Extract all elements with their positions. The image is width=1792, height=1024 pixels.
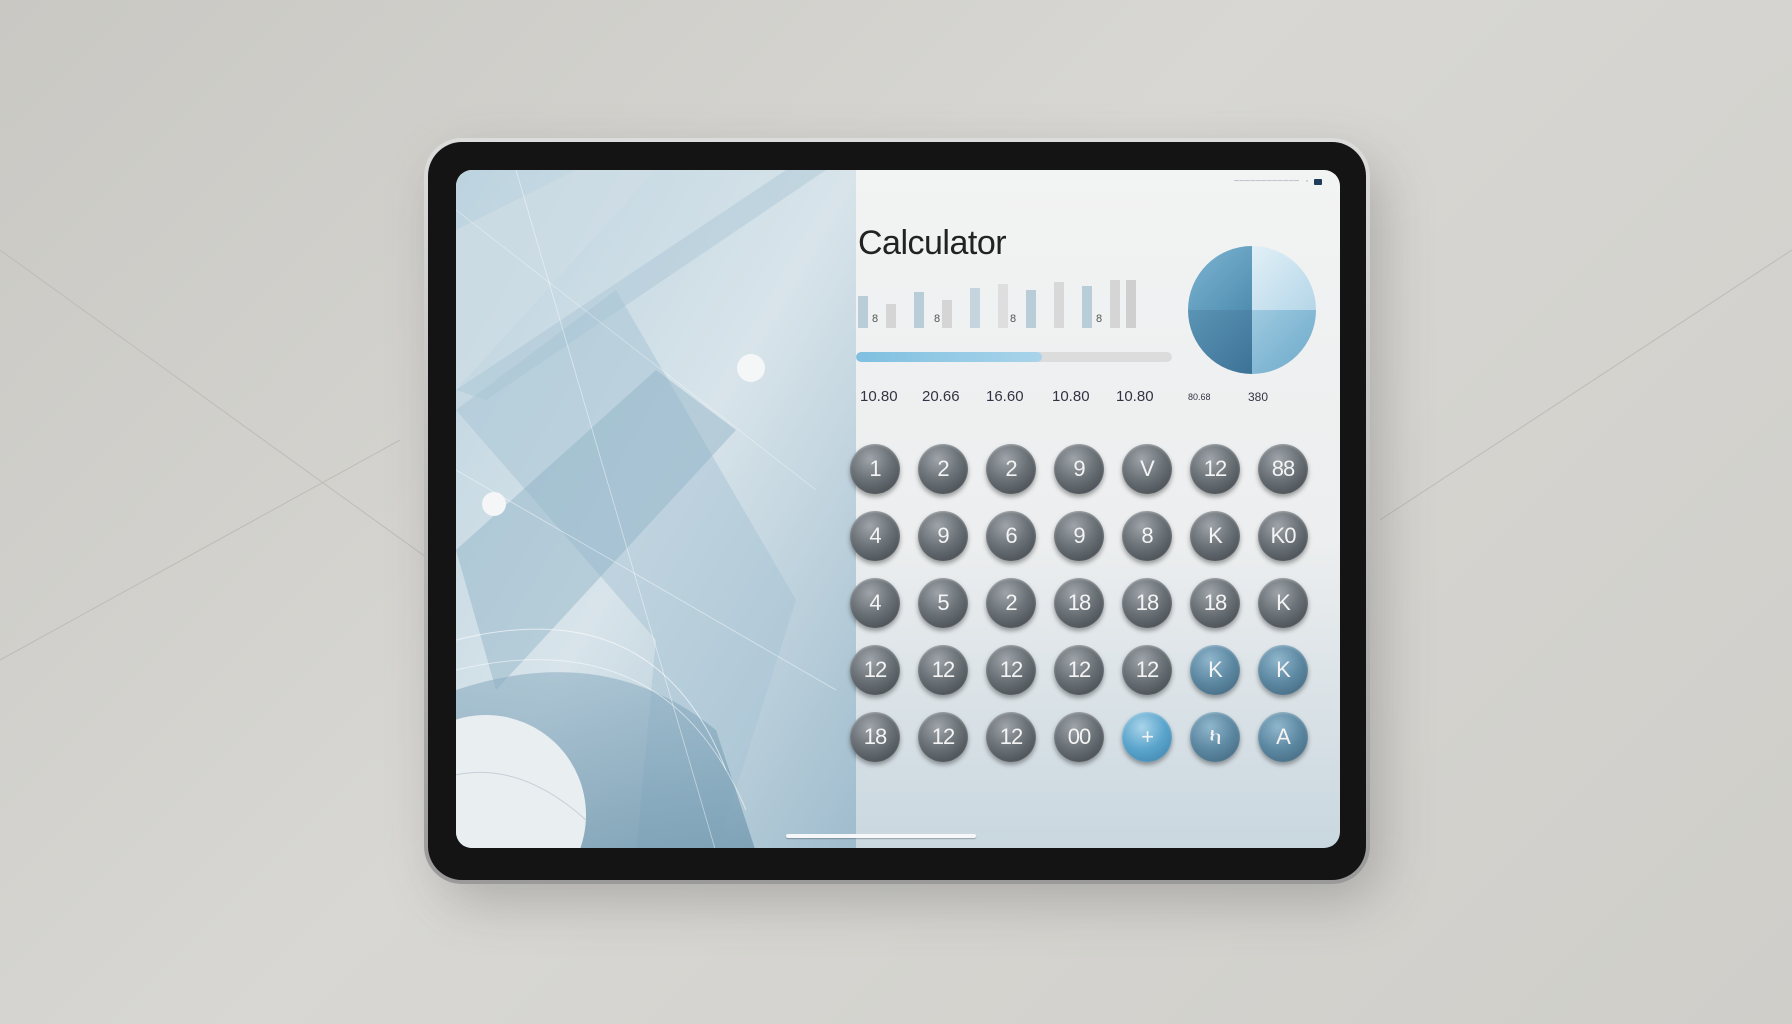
status-bar: ──────────── ◦ xyxy=(1234,178,1322,185)
keypad-key-r4-c1[interactable]: 12 xyxy=(850,645,900,695)
battery-icon xyxy=(1314,178,1322,185)
keypad-key-r5-c7[interactable]: A xyxy=(1258,712,1308,762)
pie-slice xyxy=(1188,246,1252,310)
value-7: 380 xyxy=(1248,390,1269,404)
value-1: 10.80 xyxy=(860,388,898,405)
value-4: 10.80 xyxy=(1052,388,1090,405)
app-screen: ──────────── ◦ Calculator 8 8 8 8 10.80 … xyxy=(456,170,1340,848)
keypad-key-r3-c3[interactable]: 2 xyxy=(986,578,1036,628)
keypad-key-r3-c5[interactable]: 18 xyxy=(1122,578,1172,628)
abstract-wave-artwork xyxy=(456,170,856,848)
keypad-key-r1-c2[interactable]: 2 xyxy=(918,444,968,494)
keypad-key-r2-c7[interactable]: K0 xyxy=(1258,511,1308,561)
keypad-key-r1-c7[interactable]: 88 xyxy=(1258,444,1308,494)
keypad-key-r2-c6[interactable]: K xyxy=(1190,511,1240,561)
app-title: Calculator xyxy=(858,224,1007,262)
status-text: ──────────── xyxy=(1234,178,1300,185)
keypad-key-r2-c5[interactable]: 8 xyxy=(1122,511,1172,561)
keypad-key-r3-c4[interactable]: 18 xyxy=(1054,578,1104,628)
pie-slice xyxy=(1252,310,1316,374)
tablet-device: ──────────── ◦ Calculator 8 8 8 8 10.80 … xyxy=(424,138,1370,884)
bar-label: 8 xyxy=(1010,313,1016,325)
pie-chart-graphic xyxy=(1188,246,1316,374)
values-row: 10.80 20.66 16.60 10.80 10.80 80.68 380 xyxy=(860,388,1280,405)
keypad-key-r5-c1[interactable]: 18 xyxy=(850,712,900,762)
keypad-key-r1-c4[interactable]: 9 xyxy=(1054,444,1104,494)
keypad-key-r4-c7[interactable]: K xyxy=(1258,645,1308,695)
keypad-key-r4-c2[interactable]: 12 xyxy=(918,645,968,695)
keypad-key-r2-c1[interactable]: 4 xyxy=(850,511,900,561)
status-indicator: ◦ xyxy=(1305,178,1308,185)
progress-fill xyxy=(856,352,1043,362)
pie-slice xyxy=(1188,310,1252,374)
pie-slice xyxy=(1252,246,1316,310)
value-3: 16.60 xyxy=(986,388,1024,405)
summary-bar-graphic: 8 8 8 8 xyxy=(858,280,1136,328)
keypad-key-r1-c5[interactable]: V xyxy=(1122,444,1172,494)
bar-label: 8 xyxy=(1096,313,1102,325)
keypad-key-r1-c1[interactable]: 1 xyxy=(850,444,900,494)
progress-bar xyxy=(856,352,1172,362)
keypad-key-r4-c4[interactable]: 12 xyxy=(1054,645,1104,695)
keypad-key-r3-c1[interactable]: 4 xyxy=(850,578,900,628)
keypad-key-r3-c6[interactable]: 18 xyxy=(1190,578,1240,628)
keypad-key-r2-c2[interactable]: 9 xyxy=(918,511,968,561)
bar-group xyxy=(858,280,1136,328)
bar-label: 8 xyxy=(934,313,940,325)
keypad-key-r3-c7[interactable]: K xyxy=(1258,578,1308,628)
keypad-key-r5-c3[interactable]: 12 xyxy=(986,712,1036,762)
keypad-key-r4-c5[interactable]: 12 xyxy=(1122,645,1172,695)
value-2: 20.66 xyxy=(922,388,960,405)
keypad-key-r3-c2[interactable]: 5 xyxy=(918,578,968,628)
keypad-key-r5-c4[interactable]: 00 xyxy=(1054,712,1104,762)
keypad-key-r5-c5[interactable]: + xyxy=(1122,712,1172,762)
keypad-key-r5-c2[interactable]: 12 xyxy=(918,712,968,762)
keypad-key-r2-c3[interactable]: 6 xyxy=(986,511,1036,561)
keypad-key-r5-c6[interactable]: ካ xyxy=(1190,712,1240,762)
home-indicator[interactable] xyxy=(786,834,976,838)
bar-label: 8 xyxy=(872,313,878,325)
keypad-key-r4-c3[interactable]: 12 xyxy=(986,645,1036,695)
keypad-key-r4-c6[interactable]: K xyxy=(1190,645,1240,695)
keypad-key-r1-c6[interactable]: 12 xyxy=(1190,444,1240,494)
keypad-key-r1-c3[interactable]: 2 xyxy=(986,444,1036,494)
keypad-key-r2-c4[interactable]: 9 xyxy=(1054,511,1104,561)
tablet-bezel: ──────────── ◦ Calculator 8 8 8 8 10.80 … xyxy=(428,142,1366,880)
keypad: 1 2 2 9 V 12 88 4 9 6 9 8 K K0 4 5 2 18 18 18 K 12 12 12 12 12 K K 1… xyxy=(850,444,1308,762)
value-6: 80.68 xyxy=(1188,392,1211,402)
value-5: 10.80 xyxy=(1116,388,1154,405)
